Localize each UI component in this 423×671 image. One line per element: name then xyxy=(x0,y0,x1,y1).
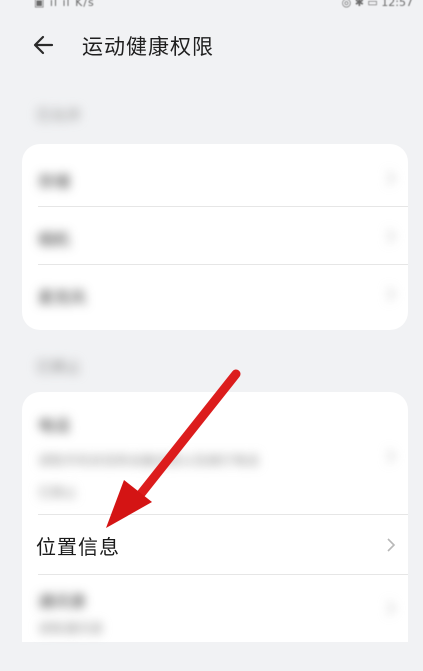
list-item-phone-status: 已禁止 xyxy=(38,486,78,501)
status-left: ▣ ıl ıl K/s xyxy=(34,0,95,9)
list-item-phone-desc: 读取手机状态和设备信息以及拨打电话 xyxy=(38,454,260,469)
chevron-right-icon xyxy=(387,449,396,463)
list-item-contacts[interactable]: 通讯录 xyxy=(38,588,86,612)
chevron-right-icon xyxy=(387,538,396,552)
status-bar: ▣ ıl ıl K/s ◎ ✱ ▭ 12:57 xyxy=(0,0,423,14)
chevron-right-icon xyxy=(387,229,396,243)
card-allowed: 存储 相机 麦克风 xyxy=(22,144,408,330)
divider xyxy=(38,574,408,575)
list-item-phone[interactable]: 电话 xyxy=(38,412,70,436)
status-right: ◎ ✱ ▭ 12:57 xyxy=(341,0,413,9)
chevron-right-icon xyxy=(387,287,396,301)
list-item-camera[interactable]: 相机 xyxy=(38,226,70,250)
back-arrow-icon xyxy=(33,35,54,55)
card-denied: 电话 读取手机状态和设备信息以及拨打电话 已禁止 位置信息 通讯录 读取通讯录 xyxy=(22,392,408,642)
divider xyxy=(38,264,408,265)
chevron-right-icon xyxy=(387,601,396,615)
list-item-contacts-desc: 读取通讯录 xyxy=(38,622,104,637)
chevron-right-icon xyxy=(387,171,396,185)
section-label-denied: 已禁止 xyxy=(36,358,82,376)
divider xyxy=(38,206,408,207)
list-item-location[interactable]: 位置信息 xyxy=(22,516,408,574)
back-button[interactable] xyxy=(30,30,60,60)
divider xyxy=(38,514,408,515)
page-title: 运动健康权限 xyxy=(82,35,214,59)
header: 运动健康权限 xyxy=(0,22,423,70)
list-item-microphone[interactable]: 麦克风 xyxy=(38,284,86,308)
location-label: 位置信息 xyxy=(36,535,120,559)
list-item-storage[interactable]: 存储 xyxy=(38,168,70,192)
section-label-allowed: 已允许 xyxy=(36,106,82,124)
